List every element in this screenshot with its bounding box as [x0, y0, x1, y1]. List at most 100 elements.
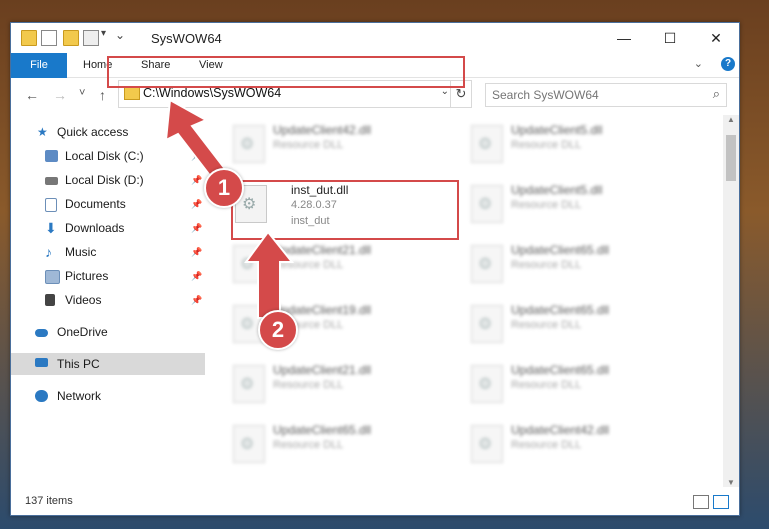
- file-name: UpdateClient65.dll: [511, 243, 610, 257]
- address-path[interactable]: C:\Windows\SysWOW64: [143, 86, 281, 100]
- file-name: UpdateClient21.dll: [273, 363, 372, 377]
- sidebar-item-quick-access[interactable]: ★ Quick access: [11, 121, 205, 143]
- file-item[interactable]: UpdateClient21.dll Resource DLL: [233, 239, 453, 295]
- dll-file-icon: [233, 245, 265, 283]
- pin-icon[interactable]: 📌: [191, 289, 202, 311]
- new-folder-icon[interactable]: [63, 30, 79, 46]
- dropdown-icon[interactable]: ▾: [101, 28, 115, 42]
- dll-file-icon: [471, 185, 503, 223]
- file-item[interactable]: UpdateClient65.dll Resource DLL: [471, 239, 691, 295]
- pin-icon[interactable]: 📌: [191, 217, 202, 239]
- file-name: UpdateClient5.dll: [511, 183, 603, 197]
- file-item[interactable]: UpdateClient65.dll Resource DLL: [471, 359, 691, 415]
- file-item[interactable]: UpdateClient65.dll Resource DLL: [233, 419, 453, 475]
- customize-toolbar-icon[interactable]: [83, 30, 99, 46]
- large-icons-view-icon[interactable]: [713, 495, 729, 509]
- sidebar-item-network[interactable]: Network: [11, 385, 205, 407]
- sidebar-item-label: Network: [57, 389, 102, 403]
- file-highlight-box: [231, 180, 459, 240]
- recent-locations-icon[interactable]: ˅: [79, 87, 85, 99]
- file-item[interactable]: UpdateClient5.dll Resource DLL: [471, 119, 691, 175]
- download-icon: ⬇: [45, 220, 57, 236]
- drive-icon: [45, 150, 58, 162]
- file-name: UpdateClient42.dll: [511, 423, 610, 437]
- computer-icon: [35, 358, 48, 367]
- sidebar-item-label: Downloads: [65, 221, 125, 235]
- file-type: Resource DLL: [511, 439, 582, 451]
- file-type: Resource DLL: [511, 139, 582, 151]
- maximize-button[interactable]: ☐: [647, 23, 693, 53]
- sidebar-item-label: Local Disk (C:): [65, 149, 144, 163]
- file-item[interactable]: UpdateClient21.dll Resource DLL: [233, 359, 453, 415]
- file-name: UpdateClient65.dll: [511, 363, 610, 377]
- window-title: SysWOW64: [151, 31, 222, 46]
- close-button[interactable]: ✕: [693, 23, 739, 53]
- file-item[interactable]: UpdateClient65.dll Resource DLL: [471, 299, 691, 355]
- file-name: UpdateClient42.dll: [273, 123, 372, 137]
- sidebar-item-local-disk-d[interactable]: Local Disk (D:) 📌: [11, 169, 205, 191]
- sidebar-item-label: Documents: [65, 197, 126, 211]
- navigation-pane: ★ Quick access Local Disk (C:) 📌 Local D…: [11, 115, 205, 487]
- address-highlight-box: [107, 56, 465, 88]
- dll-file-icon: [233, 365, 265, 403]
- toolbar-overflow-icon[interactable]: ⌄: [115, 28, 129, 42]
- sidebar-item-this-pc[interactable]: This PC: [11, 353, 205, 375]
- music-icon: ♪: [45, 244, 52, 260]
- dll-file-icon: [471, 365, 503, 403]
- pin-icon[interactable]: 📌: [191, 265, 202, 287]
- sidebar-item-documents[interactable]: Documents 📌: [11, 193, 205, 215]
- pin-icon[interactable]: 📌: [191, 145, 202, 167]
- pictures-icon: [45, 270, 60, 284]
- folder-icon: [124, 86, 140, 100]
- title-bar: ▾ ⌄ SysWOW64 — ☐ ✕: [11, 23, 739, 53]
- expand-ribbon-icon[interactable]: ⌄: [694, 57, 703, 70]
- up-icon[interactable]: ↑: [99, 87, 106, 103]
- scroll-down-icon[interactable]: ▼: [723, 478, 739, 487]
- folder-icon[interactable]: [21, 30, 37, 46]
- cloud-icon: [35, 329, 48, 337]
- sidebar-item-local-disk-c[interactable]: Local Disk (C:) 📌: [11, 145, 205, 167]
- properties-icon[interactable]: [41, 30, 57, 46]
- sidebar-item-music[interactable]: ♪ Music 📌: [11, 241, 205, 263]
- sidebar-item-onedrive[interactable]: OneDrive: [11, 321, 205, 343]
- dll-file-icon: [471, 245, 503, 283]
- scroll-up-icon[interactable]: ▲: [723, 115, 739, 124]
- minimize-button[interactable]: —: [601, 23, 647, 53]
- status-bar: 137 items: [11, 489, 739, 515]
- file-type: Resource DLL: [273, 439, 344, 451]
- sidebar-item-pictures[interactable]: Pictures 📌: [11, 265, 205, 287]
- step-2-badge: 2: [258, 310, 298, 350]
- explorer-window: ▾ ⌄ SysWOW64 — ☐ ✕ File Home Share View …: [10, 22, 740, 516]
- sidebar-item-videos[interactable]: Videos 📌: [11, 289, 205, 311]
- sidebar-item-downloads[interactable]: ⬇ Downloads 📌: [11, 217, 205, 239]
- file-type: Resource DLL: [273, 139, 344, 151]
- file-item[interactable]: UpdateClient42.dll Resource DLL: [471, 419, 691, 475]
- sidebar-item-label: Local Disk (D:): [65, 173, 144, 187]
- search-icon[interactable]: ⌕: [713, 86, 720, 102]
- dll-file-icon: [233, 125, 265, 163]
- pin-icon[interactable]: 📌: [191, 193, 202, 215]
- file-type: Resource DLL: [511, 319, 582, 331]
- pin-icon[interactable]: 📌: [191, 169, 202, 191]
- documents-icon: [45, 198, 57, 212]
- scroll-thumb[interactable]: [726, 135, 736, 181]
- search-box[interactable]: ⌕: [485, 83, 727, 107]
- file-item[interactable]: UpdateClient42.dll Resource DLL: [233, 119, 453, 175]
- network-icon: [35, 390, 48, 402]
- search-input[interactable]: [486, 84, 694, 106]
- file-name: UpdateClient21.dll: [273, 243, 372, 257]
- drive-icon: [45, 177, 58, 185]
- help-icon[interactable]: ?: [721, 57, 735, 71]
- file-type: Resource DLL: [511, 199, 582, 211]
- back-icon[interactable]: ←: [25, 87, 39, 103]
- file-type: Resource DLL: [511, 259, 582, 271]
- forward-icon[interactable]: →: [53, 87, 67, 103]
- vertical-scrollbar[interactable]: ▲ ▼: [723, 115, 739, 487]
- file-item[interactable]: UpdateClient5.dll Resource DLL: [471, 179, 691, 235]
- step-1-badge: 1: [204, 168, 244, 208]
- details-view-icon[interactable]: [693, 495, 709, 509]
- dll-file-icon: [471, 125, 503, 163]
- file-type: Resource DLL: [273, 259, 344, 271]
- file-type: Resource DLL: [511, 379, 582, 391]
- pin-icon[interactable]: 📌: [191, 241, 202, 263]
